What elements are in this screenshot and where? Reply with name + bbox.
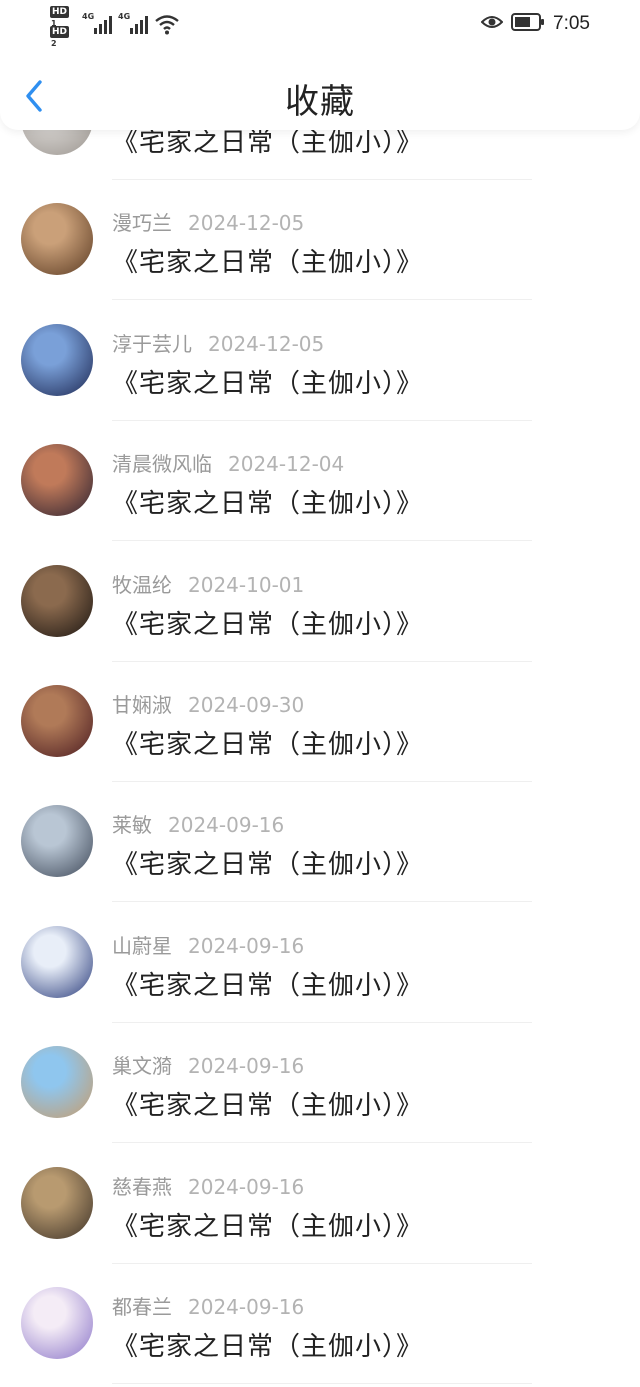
user-name: 淳于芸儿 (112, 331, 192, 356)
avatar[interactable] (21, 1166, 93, 1239)
avatar[interactable] (21, 1287, 93, 1359)
status-bar-right: 7:05 (480, 12, 590, 36)
item-meta: 山蔚星 2024-09-16 (112, 930, 304, 959)
book-title[interactable]: 《宅家之日常（主伽小）》 (112, 242, 423, 279)
avatar[interactable] (21, 1046, 93, 1119)
user-name: 莱敏 (112, 813, 152, 838)
favorite-item[interactable]: 漫巧兰 2024-12-05 《宅家之日常（主伽小）》 (0, 180, 640, 301)
item-meta: 牧温纶 2024-10-01 (112, 569, 304, 598)
book-title[interactable]: 《宅家之日常（主伽小）》 (112, 724, 423, 761)
favorite-item[interactable]: 都春兰 2024-09-16 《宅家之日常（主伽小）》 (0, 1264, 640, 1384)
item-meta: 巢文漪 2024-09-16 (112, 1050, 304, 1079)
favorite-item[interactable]: 清晨微风临 2024-12-04 《宅家之日常（主伽小）》 (0, 421, 640, 542)
divider (112, 1383, 532, 1384)
battery-icon (511, 13, 545, 35)
book-title[interactable]: 《宅家之日常（主伽小）》 (112, 1326, 423, 1363)
avatar[interactable] (21, 323, 93, 396)
page-title: 收藏 (285, 82, 355, 122)
item-meta: 漫巧兰 2024-12-05 (112, 207, 304, 236)
book-title[interactable]: 《宅家之日常（主伽小）》 (112, 844, 423, 881)
user-name: 山蔚星 (112, 933, 172, 958)
status-bar: HD1 HD2 4G 4G 7:05 (0, 0, 640, 50)
wifi-icon (154, 14, 180, 40)
favorite-item[interactable]: 莱敏 2024-09-16 《宅家之日常（主伽小）》 (0, 782, 640, 903)
user-name: 甘娴淑 (112, 693, 172, 717)
hd2-indicator: HD2 (50, 26, 70, 48)
user-name: 都春兰 (112, 1295, 172, 1319)
favorite-item[interactable]: 牧温纶 2024-10-01 《宅家之日常（主伽小）》 (0, 542, 640, 662)
book-title[interactable]: 《宅家之日常（主伽小）》 (112, 1085, 423, 1122)
item-meta: 莱敏 2024-09-16 (112, 809, 284, 838)
favorite-date: 2024-12-05 (188, 211, 305, 236)
user-name: 巢文漪 (112, 1054, 172, 1079)
nav-header: 收藏 (0, 50, 640, 130)
user-name: 牧温纶 (112, 572, 172, 597)
favorite-date: 2024-09-16 (168, 813, 285, 838)
favorite-date: 2024-09-16 (188, 1054, 305, 1079)
avatar[interactable] (21, 925, 93, 998)
book-title[interactable]: 《宅家之日常（主伽小）》 (112, 483, 423, 520)
favorite-date: 2024-10-01 (188, 572, 305, 597)
favorite-date: 2024-12-05 (208, 331, 325, 356)
favorite-date: 2024-09-30 (188, 693, 305, 717)
eye-icon (480, 14, 504, 34)
favorite-item[interactable]: 山蔚星 2024-09-16 《宅家之日常（主伽小）》 (0, 903, 640, 1023)
favorite-date: 2024-09-16 (188, 933, 305, 958)
favorite-item[interactable]: 甘娴淑 2024-09-30 《宅家之日常（主伽小）》 (0, 662, 640, 782)
avatar[interactable] (21, 203, 93, 276)
avatar[interactable] (21, 564, 93, 637)
item-meta: 都春兰 2024-09-16 (112, 1291, 304, 1320)
book-title[interactable]: 《宅家之日常（主伽小）》 (112, 1206, 423, 1243)
user-name: 慈春燕 (112, 1174, 172, 1199)
avatar[interactable] (21, 444, 93, 517)
user-name: 清晨微风临 (112, 452, 212, 477)
avatar[interactable] (21, 685, 93, 757)
item-meta: 甘娴淑 2024-09-30 (112, 689, 304, 718)
favorite-item[interactable]: 慈春燕 2024-09-16 《宅家之日常（主伽小）》 (0, 1144, 640, 1264)
book-title[interactable]: 《宅家之日常（主伽小）》 (112, 363, 423, 400)
avatar[interactable] (21, 805, 93, 878)
user-name: 漫巧兰 (112, 211, 172, 236)
favorite-date: 2024-09-16 (188, 1174, 305, 1199)
favorite-date: 2024-12-04 (228, 452, 345, 477)
clock: 7:05 (553, 13, 590, 34)
favorite-item[interactable]: 淳于芸儿 2024-12-05 《宅家之日常（主伽小）》 (0, 301, 640, 421)
favorite-date: 2024-09-16 (188, 1295, 305, 1319)
item-meta: 清晨微风临 2024-12-04 (112, 448, 344, 477)
item-meta: 慈春燕 2024-09-16 (112, 1171, 304, 1200)
book-title[interactable]: 《宅家之日常（主伽小）》 (112, 965, 423, 1002)
favorite-item[interactable]: 巢文漪 2024-09-16 《宅家之日常（主伽小）》 (0, 1023, 640, 1144)
item-meta: 淳于芸儿 2024-12-05 (112, 328, 324, 357)
book-title[interactable]: 《宅家之日常（主伽小）》 (112, 604, 423, 641)
